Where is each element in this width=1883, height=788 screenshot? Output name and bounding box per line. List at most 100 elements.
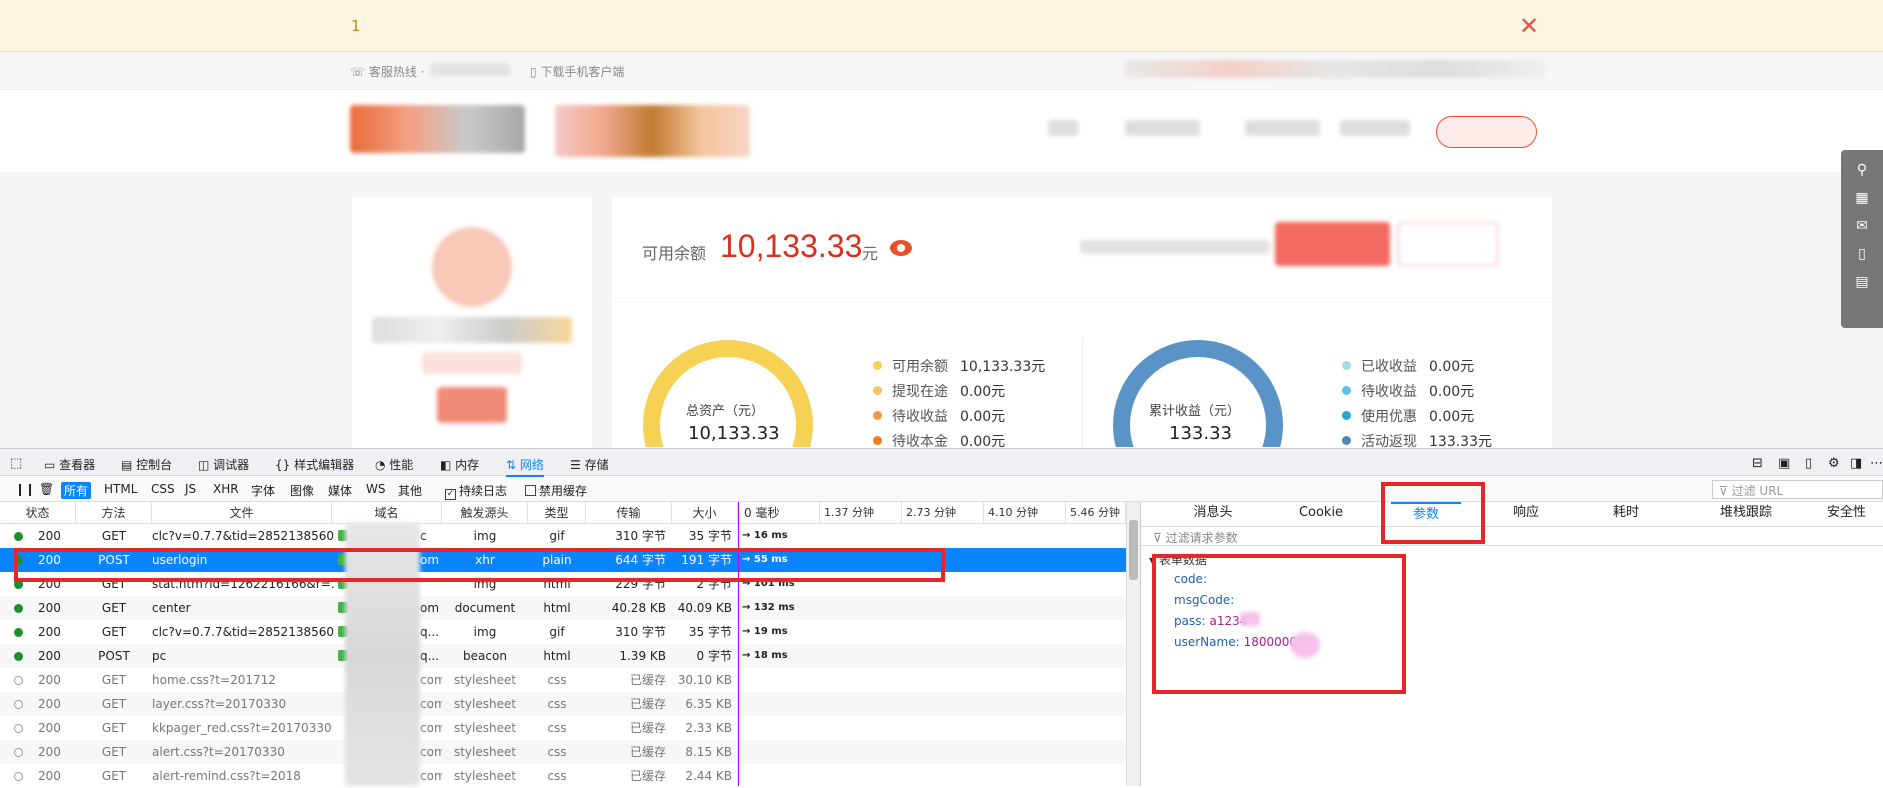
row-size: 30.10 KB [677, 673, 732, 687]
row-domain: com [420, 745, 442, 759]
download-app-link[interactable]: ▯ 下载手机客户端 [530, 63, 624, 80]
tab-storage[interactable]: ☰ 存储 [570, 456, 609, 473]
col-cause[interactable]: 触发源头 [442, 502, 528, 524]
legend-value: 0.00元 [1429, 409, 1475, 425]
request-row[interactable]: 200 GET clc?v=0.7.7&tid=2852138560... q... i… [0, 620, 1126, 644]
link-icon[interactable]: ⚲ [1841, 162, 1883, 178]
filter-js[interactable]: JS [182, 482, 199, 496]
request-row[interactable]: 200 GET center om document html 40.28 KB 40.09 … [0, 596, 1126, 620]
close-icon[interactable]: ✕ [1519, 12, 1539, 40]
filter-other[interactable]: 其他 [395, 482, 425, 499]
filter-all[interactable]: 所有 [61, 482, 92, 499]
nav-item-4[interactable] [1340, 120, 1410, 136]
tab-debugger[interactable]: ◫ 调试器 [198, 456, 249, 473]
col-type[interactable]: 类型 [528, 502, 586, 524]
row-transfer: 40.28 KB [611, 601, 666, 615]
legend-dot-icon [1342, 361, 1351, 370]
highlight-params-tab [1381, 482, 1485, 544]
detail-tab[interactable]: 响应 [1486, 502, 1566, 524]
tab-style-editor[interactable]: {} 样式编辑器 [275, 456, 354, 473]
undock-icon[interactable]: ◨ [1850, 456, 1862, 471]
col-timeline-4: 5.46 分钟 [1066, 502, 1126, 524]
row-type: css [547, 697, 567, 711]
row-method: GET [101, 529, 127, 543]
row-transfer: 已缓存 [629, 745, 666, 759]
filter-css[interactable]: CSS [148, 482, 178, 496]
nav-item-2[interactable] [1125, 120, 1200, 136]
col-method[interactable]: 方法 [76, 502, 152, 524]
legend-label: 待收收益 [892, 409, 948, 425]
col-file[interactable]: 文件 [152, 502, 332, 524]
eye-icon[interactable] [890, 240, 912, 256]
filter-media[interactable]: 媒体 [325, 482, 355, 499]
tab-console[interactable]: ▤ 控制台 [121, 456, 172, 473]
row-status: 200 [38, 721, 61, 735]
dom-loaded-marker [738, 502, 739, 786]
col-status[interactable]: 状态 [0, 502, 76, 524]
col-timeline-0[interactable]: 0 毫秒 [738, 502, 820, 524]
blurred-notice-text [1080, 240, 1270, 254]
filter-html[interactable]: HTML [101, 482, 140, 496]
dock-icon[interactable]: ⊟ [1752, 456, 1763, 471]
pause-icon[interactable]: ❙❙ [12, 482, 38, 496]
row-cause: img [473, 529, 497, 543]
filter-url-input[interactable]: ⊽ 过滤 URL [1712, 480, 1883, 499]
request-row[interactable]: 200 GET alert-remind.css?t=2018 com styleshe… [0, 764, 1126, 788]
withdraw-button[interactable] [1398, 222, 1498, 266]
tab-memory[interactable]: ◧ 内存 [440, 456, 479, 473]
request-list-scrollbar[interactable] [1126, 502, 1140, 786]
row-file: center [152, 601, 191, 615]
nav-item-1[interactable] [1048, 120, 1078, 136]
filter-ws[interactable]: WS [363, 482, 388, 496]
phone-icon[interactable]: ▯ [1841, 246, 1883, 262]
detail-tab[interactable]: 堆栈跟踪 [1691, 502, 1801, 524]
status-dot-icon [14, 532, 23, 541]
element-picker-icon[interactable]: ⬚ [10, 456, 22, 471]
row-domain: com [420, 721, 442, 735]
tab-network[interactable]: ⇅ 网络 [506, 456, 544, 477]
row-file: pc [152, 649, 167, 663]
legend-value: 0.00元 [960, 384, 1006, 400]
status-dot-icon [14, 604, 23, 613]
tab-inspector[interactable]: ▭ 查看器 [44, 456, 95, 473]
row-status: 200 [38, 769, 61, 783]
request-row[interactable]: 200 POST pc q... beacon html 1.39 KB 0 字节 → 18 m… [0, 644, 1126, 668]
recharge-button[interactable] [1275, 222, 1390, 266]
filter-xhr[interactable]: XHR [210, 482, 242, 496]
qr-icon[interactable]: ▦ [1841, 190, 1883, 206]
legend-dot-icon [1342, 436, 1351, 445]
filter-images[interactable]: 图像 [287, 482, 317, 499]
nav-account-button[interactable] [1436, 116, 1537, 148]
detail-tab[interactable]: Cookie [1281, 502, 1361, 524]
request-row[interactable]: 200 GET clc?v=0.7.7&tid=2852138560... c img g… [0, 524, 1126, 548]
detail-tab[interactable]: 消息头 [1173, 502, 1253, 524]
split-console-icon[interactable]: ▣ [1778, 456, 1790, 471]
responsive-icon[interactable]: ▯ [1805, 456, 1812, 471]
persist-log-checkbox[interactable]: ✓ 持续日志 [442, 482, 510, 500]
chat-icon[interactable]: ✉ [1841, 218, 1883, 234]
col-size[interactable]: 大小 [672, 502, 738, 524]
scrollbar-thumb[interactable] [1129, 520, 1138, 580]
row-domain: q... [420, 649, 440, 663]
tab-console-label: 控制台 [136, 458, 173, 472]
filter-params-input[interactable]: ⊽ 过滤请求参数 [1141, 526, 1883, 546]
detail-tab[interactable]: 耗时 [1586, 502, 1666, 524]
trash-icon[interactable]: 🗑 [36, 482, 57, 496]
detail-tab[interactable]: 安全性 [1809, 502, 1883, 524]
disable-cache-checkbox[interactable]: 禁用缓存 [522, 482, 590, 499]
tab-inspector-label: 查看器 [59, 458, 96, 472]
settings-icon[interactable]: ⚙ [1828, 456, 1840, 471]
tab-performance[interactable]: ◔ 性能 [375, 456, 413, 473]
doc-icon[interactable]: ▤ [1841, 274, 1883, 290]
request-row[interactable]: 200 GET kkpager_red.css?t=20170330 com style… [0, 716, 1126, 740]
more-icon[interactable]: ⋯ [1870, 456, 1883, 471]
row-domain: om [420, 601, 440, 615]
request-row[interactable]: 200 GET alert.css?t=20170330 com stylesheet c… [0, 740, 1126, 764]
filter-fonts[interactable]: 字体 [248, 482, 278, 499]
request-row[interactable]: 200 GET layer.css?t=20170330 com stylesheet c… [0, 692, 1126, 716]
request-row[interactable]: 200 GET home.css?t=201712 com stylesheet css 已… [0, 668, 1126, 692]
col-domain[interactable]: 域名 [332, 502, 442, 524]
row-size: 6.35 KB [685, 697, 732, 711]
col-transfer[interactable]: 传输 [586, 502, 672, 524]
nav-item-3[interactable] [1245, 120, 1320, 136]
